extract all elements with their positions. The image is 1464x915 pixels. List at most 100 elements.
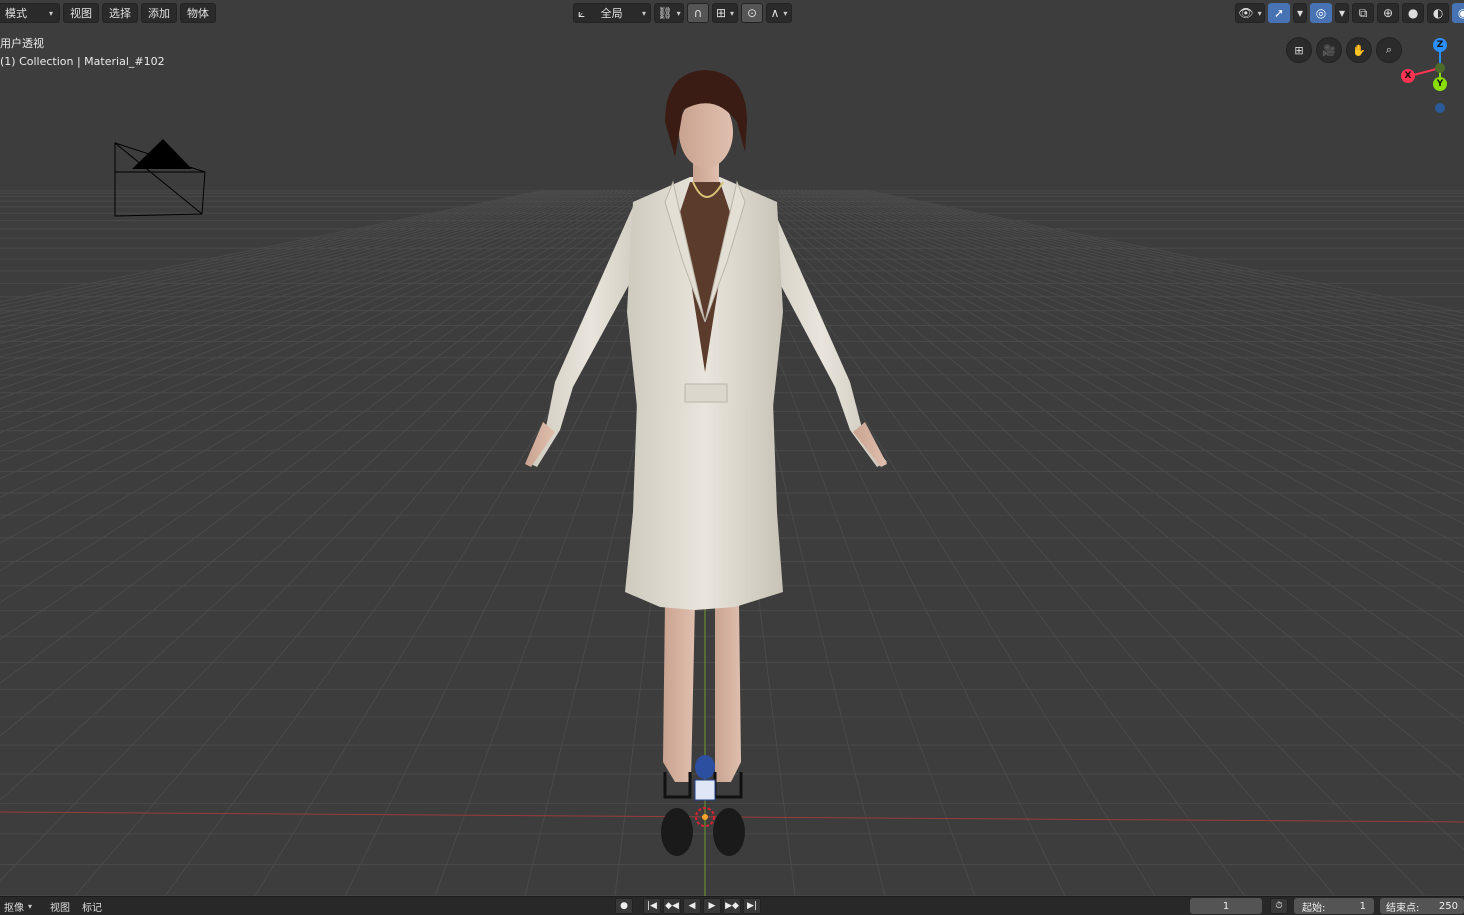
chevron-down-icon: ▾ [1339, 6, 1346, 20]
axis-z-button[interactable]: Z [1433, 38, 1447, 52]
character-model[interactable] [515, 62, 895, 862]
rendered-sphere-icon: ◉ [1457, 6, 1464, 20]
jump-end-icon: ▶| [747, 901, 757, 911]
transform-orientation-select[interactable]: ⟀ 全局 ▾ [573, 3, 651, 23]
zoom-view-button[interactable]: ⌕ [1376, 37, 1402, 63]
camera-object[interactable] [110, 136, 210, 220]
dot-circle-icon: ⊙ [746, 6, 758, 20]
grid-line [0, 189, 562, 319]
shading-material-button[interactable]: ◐ [1427, 3, 1450, 23]
jump-start-icon: |◀ [647, 901, 657, 911]
grid-line [864, 189, 1464, 314]
jump-end-button[interactable]: ▶| [743, 898, 761, 914]
header-left: 模式 ▾ 视图 选择 添加 物体 [0, 3, 216, 23]
next-keyframe-icon: ▶◆ [725, 901, 739, 911]
axis-y-label: Y [1436, 79, 1444, 89]
wireframe-sphere-icon: ⊕ [1383, 6, 1394, 20]
timeline-menu-view[interactable]: 视图 [44, 899, 76, 914]
axis-y-button[interactable]: Y [1433, 77, 1447, 91]
timeline-menu-marker[interactable]: 标记 [76, 899, 108, 914]
pivot-point-button[interactable]: ⛓ ▾ [654, 3, 684, 23]
chevron-down-icon: ▾ [28, 901, 33, 911]
grid-line [836, 189, 1464, 347]
menu-select[interactable]: 选择 [102, 3, 138, 23]
menu-view[interactable]: 视图 [63, 3, 99, 23]
grid-line [0, 189, 578, 339]
end-frame-field[interactable]: 结束点: 250 [1380, 898, 1464, 914]
grid-line [0, 189, 550, 307]
visibility-button[interactable]: 👁 ▾ [1235, 3, 1265, 23]
transform-orientation-label: 全局 [600, 7, 623, 20]
axis-x-button[interactable]: X [1401, 69, 1415, 83]
camera-icon: 🎥 [1322, 43, 1336, 57]
chevron-down-icon: ▾ [1257, 8, 1262, 18]
view-name-label: 用户透视 [0, 37, 44, 50]
mode-select[interactable]: 模式 ▾ [0, 3, 60, 23]
chevron-down-icon: ▾ [730, 8, 735, 18]
overlays-dropdown[interactable]: ▾ [1335, 3, 1350, 23]
snap-grid-icon: ⊞ [715, 6, 727, 20]
grid-perspective-icon: ⊞ [1294, 43, 1304, 57]
overlay-circles-icon: ◎ [1315, 6, 1327, 20]
magnet-icon: ∩ [693, 6, 703, 20]
grid-line [820, 189, 1464, 373]
gizmo-arrow-icon: ➚ [1273, 6, 1285, 20]
gizmo-toggle[interactable]: ➚ [1268, 3, 1290, 23]
editor-type-select[interactable]: 抠像 ▾ [0, 899, 44, 914]
menu-add[interactable]: 添加 [141, 3, 177, 23]
collection-info-label: (1) Collection | Material_#102 [0, 55, 165, 68]
material-sphere-icon: ◐ [1432, 6, 1444, 20]
toggle-perspective-button[interactable]: ⊞ [1286, 37, 1312, 63]
hand-icon: ✋ [1352, 43, 1366, 57]
orientation-icon: ⟀ [578, 5, 586, 20]
eye-icon: 👁 [1238, 6, 1254, 20]
prev-keyframe-button[interactable]: ◆◀ [663, 898, 681, 914]
proportional-edit-toggle[interactable]: ⊙ [741, 3, 763, 23]
overlays-toggle[interactable]: ◎ [1310, 3, 1333, 23]
play-reverse-button[interactable]: ◀ [683, 898, 701, 914]
start-frame-field[interactable]: 起始: 1 [1294, 898, 1374, 914]
grid-line [840, 189, 1464, 341]
chevron-down-icon: ▾ [783, 8, 788, 18]
playback-controls: ● |◀ ◆◀ ◀ ▶ ▶◆ ▶| [615, 898, 761, 914]
end-frame-value: 250 [1438, 900, 1458, 912]
shading-rendered-button[interactable]: ◉ [1452, 3, 1464, 23]
snap-target-button[interactable]: ⊞ ▾ [712, 3, 738, 23]
grid-line [816, 189, 1464, 381]
record-button[interactable]: ● [615, 898, 633, 914]
xray-toggle[interactable]: ⧉ [1352, 3, 1375, 23]
grid-line [0, 189, 582, 345]
next-keyframe-button[interactable]: ▶◆ [723, 898, 741, 914]
current-frame-field[interactable]: 1 [1190, 898, 1262, 914]
start-frame-value: 1 [1359, 900, 1366, 912]
grid-line [852, 189, 1464, 327]
stopwatch-icon: ⏱ [1275, 901, 1283, 911]
chevron-down-icon: ▾ [48, 8, 53, 18]
chevron-down-icon: ▾ [676, 8, 681, 18]
menu-object[interactable]: 物体 [180, 3, 216, 23]
xray-icon: ⧉ [1358, 5, 1368, 20]
grid-line [0, 189, 574, 334]
play-icon: ▶ [708, 901, 716, 911]
jump-start-button[interactable]: |◀ [643, 898, 661, 914]
play-button[interactable]: ▶ [703, 898, 721, 914]
3d-viewport[interactable]: 用户透视 (1) Collection | Material_#102 模式 ▾… [0, 0, 1464, 896]
pan-view-button[interactable]: ✋ [1346, 37, 1372, 63]
shading-wireframe-button[interactable]: ⊕ [1377, 3, 1400, 23]
timeline-header: 抠像 ▾ 视图 标记 ● |◀ ◆◀ ◀ ▶ ▶◆ ▶| 1 ⏱ 起始: 1 结… [0, 896, 1464, 915]
link-icon: ⛓ [657, 6, 673, 20]
gizmo-dropdown[interactable]: ▾ [1293, 3, 1308, 23]
axis-x-label: X [1404, 71, 1412, 81]
chevron-down-icon: ▾ [641, 8, 646, 18]
end-frame-label: 结束点: [1386, 902, 1420, 914]
magnifier-icon: ⌕ [1385, 43, 1393, 56]
snap-toggle[interactable]: ∩ [687, 3, 709, 23]
camera-view-button[interactable]: 🎥 [1316, 37, 1342, 63]
falloff-curve-icon: ∧ [770, 6, 780, 20]
shading-solid-button[interactable]: ● [1402, 3, 1425, 23]
start-frame-label: 起始: [1302, 902, 1326, 914]
falloff-button[interactable]: ∧ ▾ [766, 3, 792, 23]
axis-z-label: Z [1436, 40, 1444, 50]
autokey-button[interactable]: ⏱ [1270, 898, 1288, 914]
mode-select-label: 模式 [5, 7, 27, 20]
